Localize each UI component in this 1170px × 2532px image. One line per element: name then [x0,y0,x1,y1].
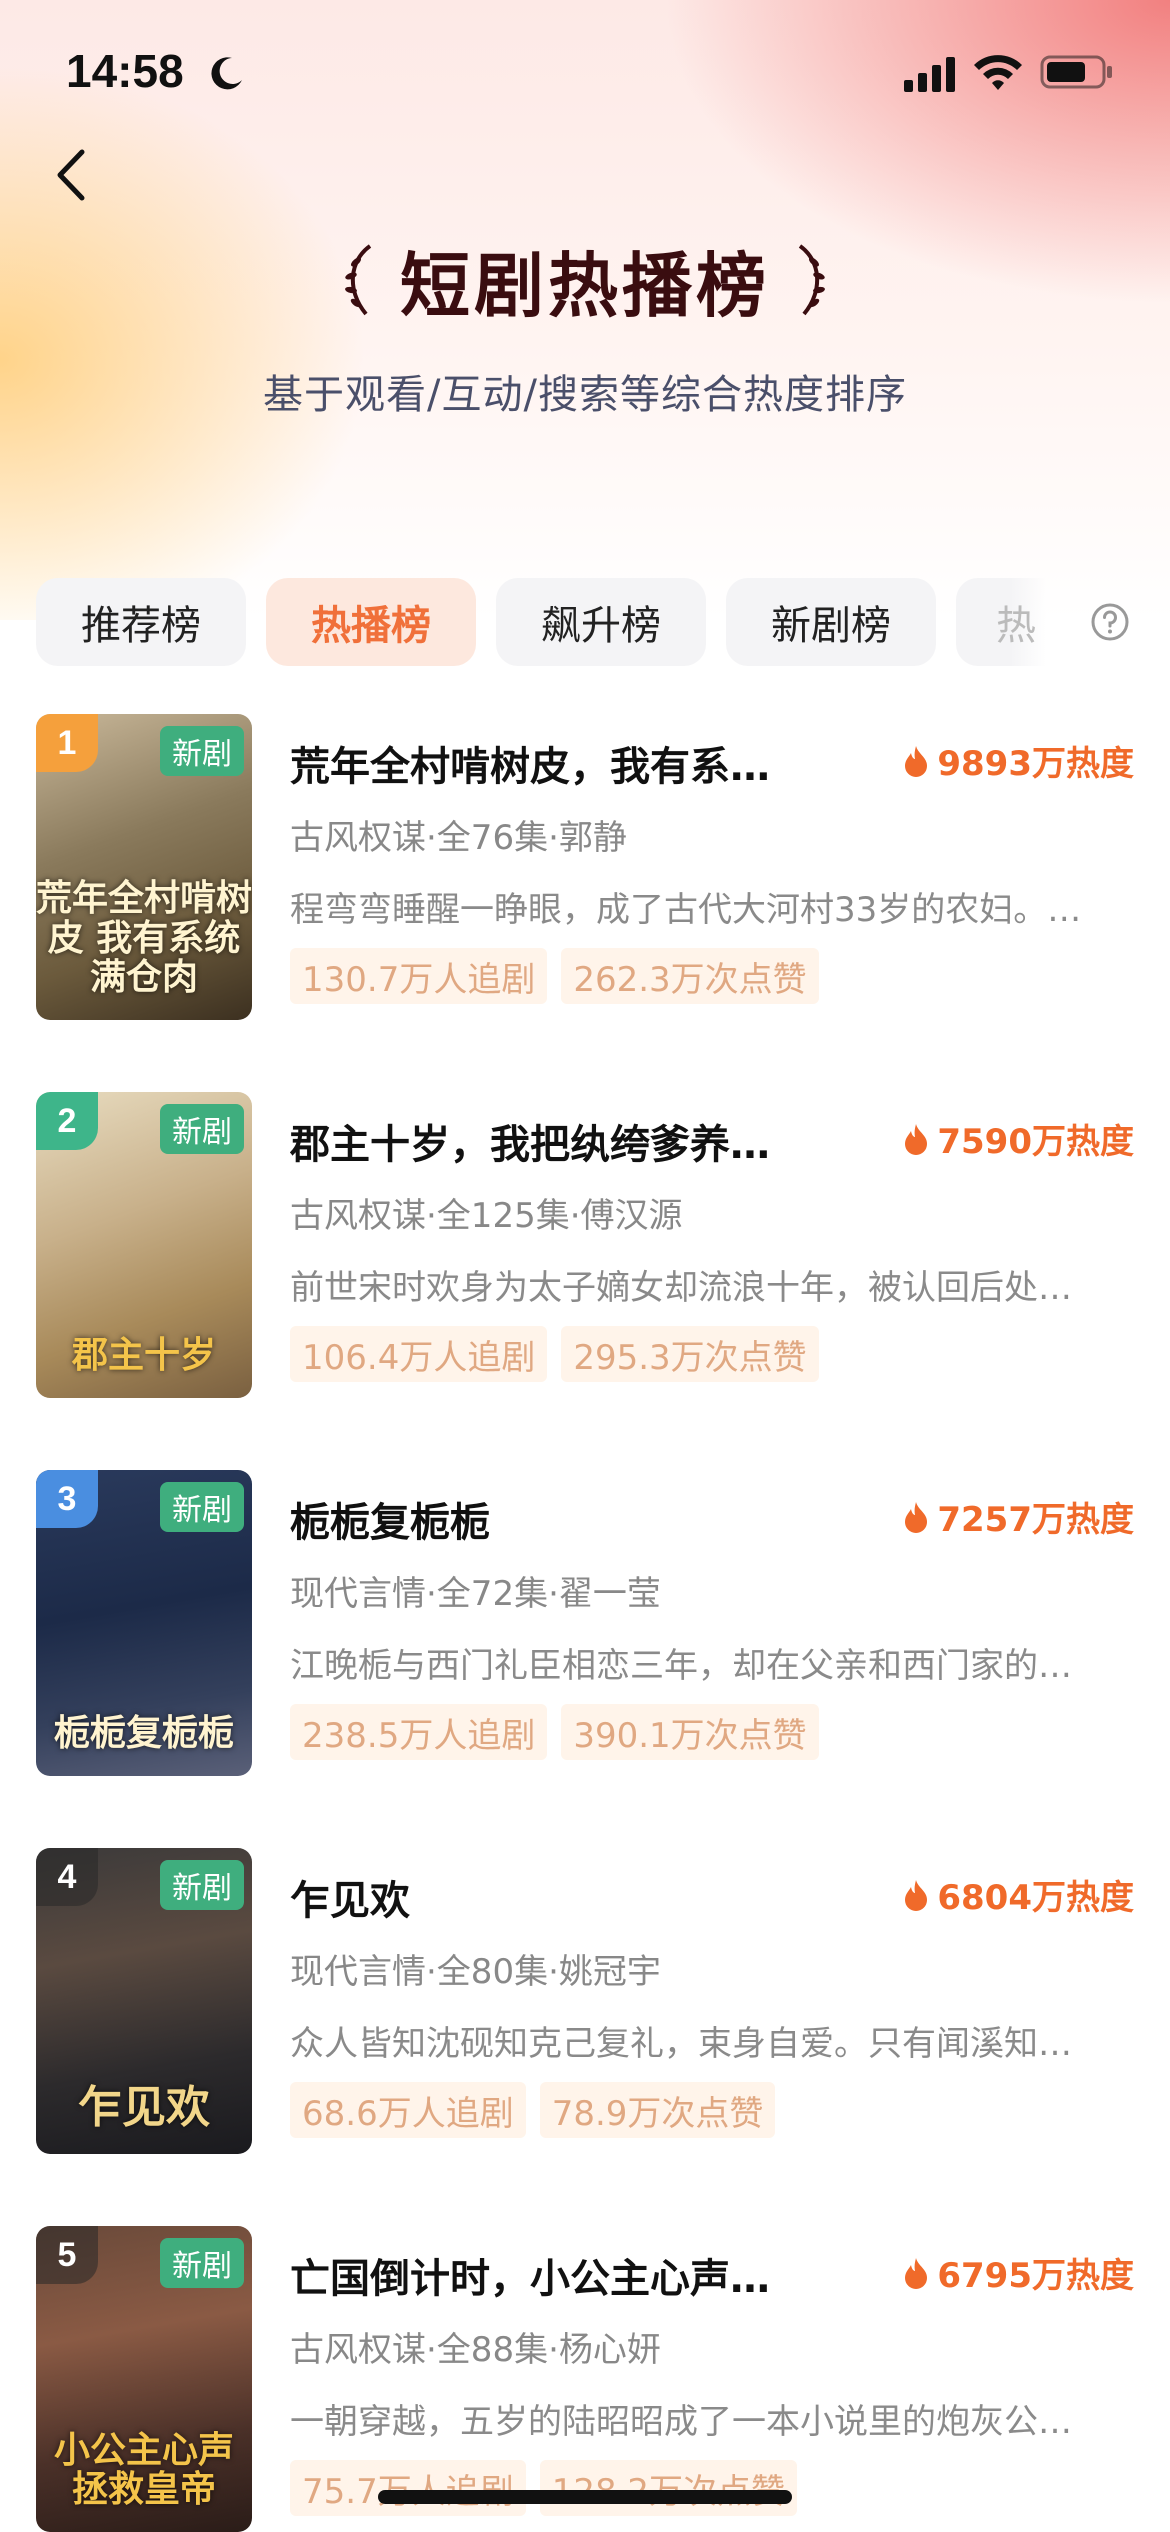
heat-score: 7590万热度 [903,1114,1134,1163]
new-badge: 新剧 [160,726,244,776]
rank-badge: 1 [36,714,98,772]
heat-value: 7590万热度 [937,1122,1134,1162]
heat-score: 7257万热度 [903,1492,1134,1541]
drama-meta: 古风权谋·全125集·傅汉源 [290,1196,683,1236]
rank-badge: 4 [36,1848,98,1906]
heat-value: 6804万热度 [937,1878,1134,1918]
new-badge: 新剧 [160,2238,244,2288]
heat-value: 7257万热度 [937,1500,1134,1540]
ranking-tabs: 推荐榜 热播榜 飙升榜 新剧榜 热 [36,578,1136,670]
drama-description: 前世宋时欢身为太子嫡女却流浪十年，被认回后处… [290,1268,1072,1308]
likes-tag: 78.9万次点赞 [539,2082,776,2138]
tab-hot[interactable]: 热播榜 [266,578,476,666]
poster-title-art: 郡主十岁 [71,1335,216,1377]
page-title: 短剧热播榜 [400,244,770,327]
tab-new[interactable]: 新剧榜 [726,578,936,666]
list-item[interactable]: 4 新剧 乍见欢 乍见欢 6804万热度 现代言情·全80集·姚冠宇 众人皆知沈… [0,1848,1170,2168]
drama-title[interactable]: 乍见欢 [290,1868,810,1926]
drama-meta: 现代言情·全80集·姚冠宇 [290,1952,661,1992]
rank-badge: 3 [36,1470,98,1528]
stats-row: 130.7万人追剧 262.3万次点赞 [290,948,819,1004]
heat-value: 9893万热度 [937,744,1134,784]
followers-tag: 238.5万人追剧 [290,1704,548,1760]
poster-title-art: 乍见欢 [78,2081,210,2133]
fire-icon [905,1501,928,1533]
likes-tag: 128.2万次点赞 [539,2460,798,2516]
followers-tag: 75.7万人追剧 [290,2460,526,2516]
heat-score: 6795万热度 [903,2248,1134,2297]
status-bar: 14:58 [0,0,1170,140]
home-indicator[interactable] [378,2490,792,2504]
back-button[interactable] [40,140,100,210]
likes-tag: 295.3万次点赞 [561,1326,819,1382]
likes-tag: 390.1万次点赞 [561,1704,819,1760]
heat-score: 9893万热度 [903,736,1134,785]
drama-meta: 古风权谋·全88集·杨心妍 [290,2330,661,2370]
tab-rising[interactable]: 飙升榜 [496,578,706,666]
poster-image[interactable]: 1 新剧 荒年全村啃树皮 我有系统满仓肉 [36,714,252,1020]
heat-value: 6795万热度 [937,2256,1134,2296]
new-badge: 新剧 [160,1860,244,1910]
likes-tag: 262.3万次点赞 [561,948,819,1004]
list-item[interactable]: 5 新剧 小公主心声 拯救皇帝 亡国倒计时，小公主心声… 6795万热度 古风权… [0,2226,1170,2532]
drama-description: 一朝穿越，五岁的陆昭昭成了一本小说里的炮灰公… [290,2402,1072,2442]
rank-badge: 5 [36,2226,98,2284]
new-badge: 新剧 [160,1482,244,1532]
drama-meta: 古风权谋·全76集·郭静 [290,818,627,858]
list-item[interactable]: 3 新剧 栀栀复栀栀 栀栀复栀栀 7257万热度 现代言情·全72集·翟一莹 江… [0,1470,1170,1790]
cellular-signal-icon [904,57,955,92]
poster-image[interactable]: 4 新剧 乍见欢 [36,1848,252,2154]
followers-tag: 68.6万人追剧 [290,2082,526,2138]
fire-icon [905,1879,928,1911]
battery-icon [1040,55,1112,89]
drama-title[interactable]: 栀栀复栀栀 [290,1490,810,1548]
list-item[interactable]: 1 新剧 荒年全村啃树皮 我有系统满仓肉 荒年全村啃树皮，我有系… 9893万热… [0,714,1170,1034]
stats-row: 68.6万人追剧 78.9万次点赞 [290,2082,776,2138]
rank-badge: 2 [36,1092,98,1150]
list-item[interactable]: 2 新剧 郡主十岁 郡主十岁，我把纨绔爹养… 7590万热度 古风权谋·全125… [0,1092,1170,1412]
tab-recommended[interactable]: 推荐榜 [36,578,246,666]
page-subtitle: 基于观看/互动/搜索等综合热度排序 [263,372,907,418]
fire-icon [905,1123,928,1155]
wifi-icon [974,55,1022,90]
followers-tag: 106.4万人追剧 [290,1326,548,1382]
tab-more[interactable]: 热 [956,578,1046,666]
help-icon[interactable] [1090,602,1130,642]
poster-title-art: 荒年全村啃树皮 我有系统满仓肉 [36,878,252,999]
drama-title[interactable]: 荒年全村啃树皮，我有系… [290,734,810,792]
moon-icon [211,57,242,90]
drama-description: 江晚栀与西门礼臣相恋三年，却在父亲和西门家的… [290,1646,1072,1686]
poster-title-art: 栀栀复栀栀 [53,1713,234,1755]
stats-row: 75.7万人追剧 128.2万次点赞 [290,2460,798,2516]
drama-description: 众人皆知沈砚知克己复礼，束身自爱。只有闻溪知… [290,2024,1072,2064]
drama-title[interactable]: 郡主十岁，我把纨绔爹养… [290,1112,810,1170]
new-badge: 新剧 [160,1104,244,1154]
heat-score: 6804万热度 [903,1870,1134,1919]
poster-image[interactable]: 5 新剧 小公主心声 拯救皇帝 [36,2226,252,2532]
poster-image[interactable]: 3 新剧 栀栀复栀栀 [36,1470,252,1776]
drama-title[interactable]: 亡国倒计时，小公主心声… [290,2246,810,2304]
stats-row: 106.4万人追剧 295.3万次点赞 [290,1326,819,1382]
drama-meta: 现代言情·全72集·翟一莹 [290,1574,661,1614]
stats-row: 238.5万人追剧 390.1万次点赞 [290,1704,819,1760]
laurel-right-icon [798,244,825,316]
drama-description: 程弯弯睡醒一睁眼，成了古代大河村33岁的农妇。… [290,890,1082,930]
status-time: 14:58 [66,45,184,97]
poster-image[interactable]: 2 新剧 郡主十岁 [36,1092,252,1398]
poster-title-art: 小公主心声 拯救皇帝 [53,2429,234,2511]
title-row: 短剧热播榜 [0,230,1170,330]
fire-icon [905,2257,928,2289]
fire-icon [905,745,928,777]
laurel-left-icon [345,244,372,316]
followers-tag: 130.7万人追剧 [290,948,548,1004]
